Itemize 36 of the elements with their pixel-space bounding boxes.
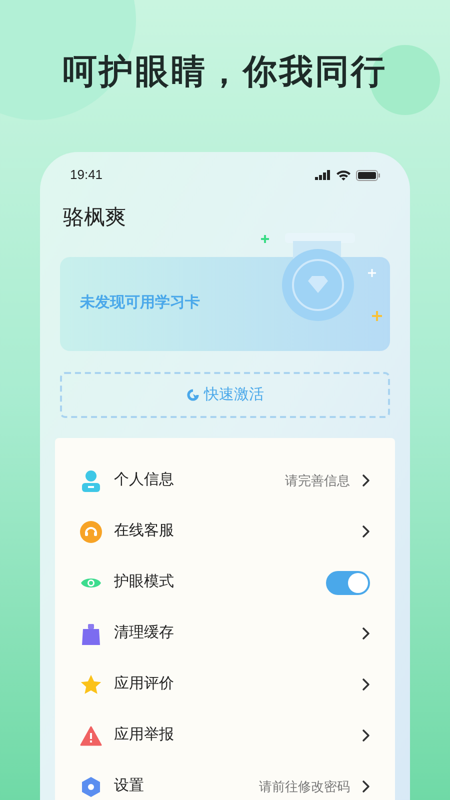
star-icon (80, 674, 102, 696)
chevron-right-icon (362, 627, 370, 640)
menu-label: 个人信息 (114, 470, 174, 490)
chevron-right-icon (362, 474, 370, 488)
bag-icon (81, 622, 101, 645)
menu-hint: 请完善信息 (285, 472, 350, 490)
menu-item[interactable]: 应用评价 (80, 659, 370, 710)
battery-icon (356, 170, 380, 181)
warning-icon (80, 726, 102, 746)
menu-item[interactable]: 设置 请前往修改密码 (80, 761, 370, 800)
menu-item[interactable]: 应用举报 (80, 710, 370, 762)
menu-item[interactable]: 清理缓存 (80, 608, 370, 660)
menu-label: 应用举报 (114, 725, 174, 746)
refresh-icon (186, 388, 200, 402)
user-name: 骆枫爽 (63, 204, 126, 231)
signal-icon (315, 170, 331, 180)
chevron-right-icon (362, 729, 370, 742)
eye-mode-switch[interactable] (326, 570, 370, 595)
menu-hint: 请前往修改密码 (259, 778, 350, 796)
chevron-right-icon (362, 525, 370, 538)
status-time: 19:41 (70, 166, 103, 184)
chevron-right-icon (362, 678, 370, 692)
menu-label: 护眼模式 (114, 572, 174, 592)
headline: 呵护眼睛，你我同行 (63, 52, 387, 92)
wifi-icon (336, 170, 351, 181)
menu-label: 在线客服 (114, 521, 174, 542)
menu-item[interactable]: 在线客服 (80, 506, 370, 558)
person-icon (81, 470, 101, 492)
chevron-right-icon (362, 780, 370, 794)
menu-item[interactable]: 护眼模式 (80, 557, 370, 608)
menu-label: 清理缓存 (114, 623, 174, 644)
menu-item[interactable]: 个人信息 请完善信息 (80, 455, 370, 506)
menu-label: 应用评价 (114, 674, 174, 694)
headset-icon (80, 520, 102, 543)
menu-label: 设置 (114, 776, 144, 796)
study-card-message: 未发现可用学习卡 (80, 293, 200, 314)
